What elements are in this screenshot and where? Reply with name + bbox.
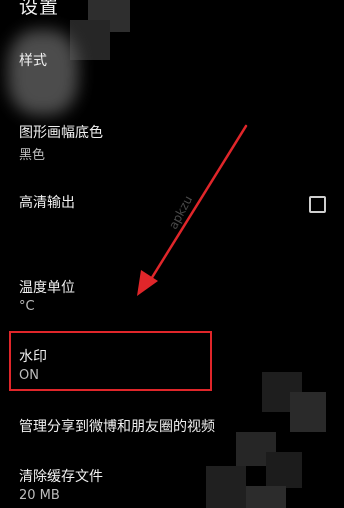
settings-screen: 设置 样式 图形画幅底色 黑色 高清输出 温度单位 °C 水印 ON 管理分享到… [0,0,344,508]
setting-item-style-label: 样式 [19,53,47,69]
setting-item-temperature-unit[interactable]: 温度单位 °C [0,277,344,321]
setting-item-style[interactable]: 样式 [0,50,344,90]
annotation-highlight-box [9,331,212,391]
setting-item-clear-cache-value: 20 MB [19,488,60,503]
setting-item-clear-cache[interactable]: 清除缓存文件 20 MB [0,466,344,508]
setting-item-temperature-unit-value: °C [19,299,35,314]
setting-item-canvas-background-value: 黑色 [19,148,46,163]
setting-item-manage-shared-videos[interactable]: 管理分享到微博和朋友圈的视频 [0,416,344,440]
setting-item-canvas-background[interactable]: 图形画幅底色 黑色 [0,122,344,166]
page-title: 设置 [19,0,60,18]
setting-item-manage-shared-videos-label: 管理分享到微博和朋友圈的视频 [19,419,215,435]
hd-output-checkbox[interactable] [309,196,326,213]
setting-item-canvas-background-label: 图形画幅底色 [19,125,103,141]
setting-item-temperature-unit-label: 温度单位 [19,280,75,296]
setting-item-hd-output-label: 高清输出 [19,195,75,211]
setting-item-clear-cache-label: 清除缓存文件 [19,469,103,485]
